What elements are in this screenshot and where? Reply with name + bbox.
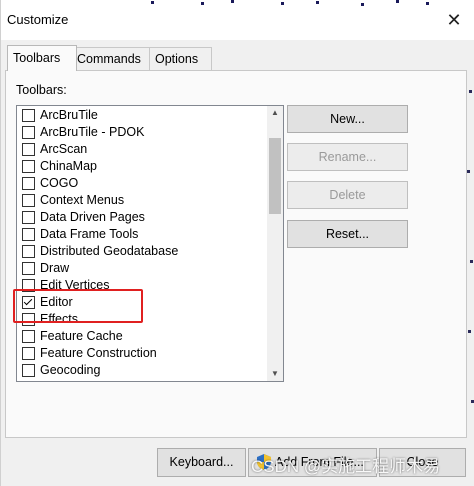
watermark-text: CSDN @实施工程师木易 xyxy=(251,457,441,476)
checkbox[interactable] xyxy=(22,109,35,122)
toolbars-list[interactable]: ArcBruTile ArcBruTile - PDOK ArcScan Chi… xyxy=(16,105,284,382)
checkbox[interactable] xyxy=(22,143,35,156)
tab-options[interactable]: Options xyxy=(149,47,212,70)
checkbox[interactable] xyxy=(22,228,35,241)
checkbox[interactable] xyxy=(22,364,35,377)
checkbox[interactable] xyxy=(22,177,35,190)
checkbox[interactable] xyxy=(22,330,35,343)
background-noise xyxy=(469,90,472,93)
background-noise xyxy=(468,330,471,333)
checkbox[interactable] xyxy=(22,126,35,139)
list-scrollbar[interactable]: ▲ ▼ xyxy=(267,106,283,381)
checkbox[interactable] xyxy=(22,160,35,173)
window-title: Customize xyxy=(7,12,69,27)
scroll-thumb[interactable] xyxy=(269,138,281,214)
toolbars-panel: Toolbars: ArcBruTile ArcBruTile - PDOK A… xyxy=(5,70,467,438)
close-icon[interactable]: ✕ xyxy=(441,8,467,32)
checkbox[interactable] xyxy=(22,194,35,207)
tab-commands[interactable]: Commands xyxy=(71,47,156,70)
scroll-up-icon[interactable]: ▲ xyxy=(267,106,283,120)
title-bar: Customize ✕ xyxy=(1,0,474,40)
background-noise xyxy=(467,170,470,173)
checkbox[interactable] xyxy=(22,211,35,224)
rename-button[interactable]: Rename... xyxy=(287,143,408,171)
new-button[interactable]: New... xyxy=(287,105,408,133)
editor-highlight-box xyxy=(13,289,143,323)
background-noise xyxy=(141,0,441,8)
customize-dialog: Customize ✕ Toolbars Commands Options To… xyxy=(0,0,474,486)
delete-button[interactable]: Delete xyxy=(287,181,408,209)
background-noise xyxy=(470,260,473,263)
scroll-down-icon[interactable]: ▼ xyxy=(267,367,283,381)
keyboard-button[interactable]: Keyboard... xyxy=(157,448,246,477)
checkbox[interactable] xyxy=(22,262,35,275)
tab-toolbars[interactable]: Toolbars xyxy=(7,45,77,71)
checkbox[interactable] xyxy=(22,245,35,258)
reset-button[interactable]: Reset... xyxy=(287,220,408,248)
checkbox[interactable] xyxy=(22,347,35,360)
toolbars-label: Toolbars: xyxy=(16,83,67,97)
